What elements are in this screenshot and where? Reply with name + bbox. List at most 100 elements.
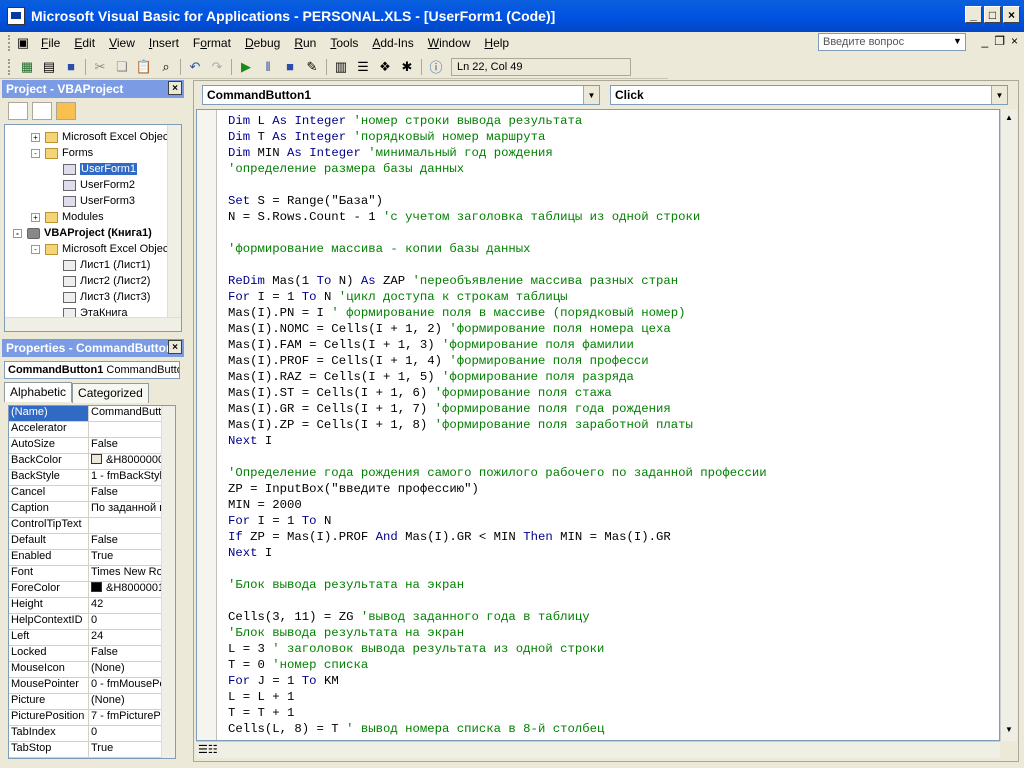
property-row[interactable]: AutoSize False (9, 438, 161, 454)
scroll-up-icon[interactable]: ▲ (1002, 111, 1016, 125)
tree-item[interactable]: UserForm1 (63, 161, 138, 177)
tree-item[interactable]: - VBAProject (Книга1) (13, 225, 152, 241)
property-value[interactable]: False (89, 646, 161, 661)
mdi-close-button[interactable]: × (1011, 34, 1018, 48)
code-line[interactable]: 'формирование массива - копии базы данны… (228, 241, 767, 257)
code-horizontal-scrollbar[interactable]: ☰☷ (196, 741, 1000, 758)
code-line[interactable]: L = L + 1 (228, 689, 767, 705)
property-value[interactable]: False (89, 438, 161, 453)
code-line[interactable]: ReDim Mas(1 To N) As ZAP 'переобъявление… (228, 273, 767, 289)
code-line[interactable]: Next I (228, 433, 767, 449)
code-line[interactable]: Mas(I).PN = I ' формирование поля в масс… (228, 305, 767, 321)
procedure-select[interactable]: Click ▼ (610, 85, 1008, 105)
save-icon[interactable]: ■ (60, 57, 82, 77)
code-line[interactable]: T = T + 1 (228, 705, 767, 721)
help-icon[interactable]: ⓘ (425, 57, 447, 77)
vba-doc-icon[interactable]: ▣ (12, 33, 34, 53)
tree-item[interactable]: Лист3 (Лист3) (63, 289, 150, 305)
code-line[interactable]: Mas(I).FAM = Cells(I + 1, 3) 'формирован… (228, 337, 767, 353)
menu-edit[interactable]: Edit (67, 36, 102, 50)
view-code-button[interactable] (8, 102, 28, 120)
vba-app-icon[interactable] (7, 7, 25, 25)
code-line[interactable] (228, 449, 767, 465)
property-row[interactable]: PicturePosition7 - fmPicturePositionAbov… (9, 710, 161, 726)
menu-addins[interactable]: Add-Ins (365, 36, 420, 50)
copy-icon[interactable]: ❏ (111, 57, 133, 77)
property-value[interactable]: (None) (89, 662, 161, 677)
property-value[interactable]: True (89, 550, 161, 565)
property-value[interactable]: 7 - fmPicturePositionAboveCenter (89, 710, 161, 725)
menu-file[interactable]: File (34, 36, 67, 50)
menu-tools[interactable]: Tools (323, 36, 365, 50)
toolbox-icon[interactable]: ✱ (396, 57, 418, 77)
code-line[interactable] (228, 225, 767, 241)
tree-item[interactable]: UserForm2 (63, 177, 135, 193)
code-line[interactable]: If ZP = Mas(I).PROF And Mas(I).GR < MIN … (228, 529, 767, 545)
property-row[interactable]: ForeColor&H80000012& (9, 582, 161, 598)
code-line[interactable]: T = 0 'номер списка (228, 657, 767, 673)
property-row[interactable]: Height 42 (9, 598, 161, 614)
view-object-button[interactable] (32, 102, 52, 120)
code-line[interactable]: Cells(3, 11) = ZG 'вывод заданного года … (228, 609, 767, 625)
properties-window-icon[interactable]: ☰ (352, 57, 374, 77)
code-line[interactable]: 'Блок вывода результата на экран (228, 577, 767, 593)
property-row[interactable]: Cancel False (9, 486, 161, 502)
maximize-button[interactable]: □ (984, 6, 1001, 23)
code-line[interactable]: 'Блок вывода результата на экран (228, 625, 767, 641)
mdi-minimize-button[interactable]: _ (982, 34, 989, 48)
property-value[interactable]: False (89, 486, 161, 501)
property-row[interactable]: BackStyle1 - fmBackStyleOpaque (9, 470, 161, 486)
tree-item[interactable]: - Microsoft Excel Objects (31, 241, 177, 257)
code-line[interactable]: Mas(I).GR = Cells(I + 1, 7) 'формировани… (228, 401, 767, 417)
object-select-arrow-icon[interactable]: ▼ (583, 86, 599, 104)
code-line[interactable]: MIN = 2000 (228, 497, 767, 513)
properties-object-select[interactable]: CommandButton1 CommandButton (4, 361, 180, 379)
property-value[interactable]: CommandButton1 (89, 406, 161, 421)
object-select[interactable]: CommandButton1 ▼ (202, 85, 600, 105)
property-value[interactable]: 24 (89, 630, 161, 645)
property-row[interactable]: Accelerator (9, 422, 161, 438)
collapse-icon[interactable]: - (31, 244, 40, 254)
menu-run[interactable]: Run (287, 36, 323, 50)
ask-dropdown-icon[interactable]: ▼ (953, 36, 962, 46)
property-row[interactable]: CaptionПо заданной профессии (9, 502, 161, 518)
project-explorer-icon[interactable]: ▥ (330, 57, 352, 77)
code-line[interactable] (228, 177, 767, 193)
code-line[interactable] (228, 593, 767, 609)
property-value[interactable]: 42 (89, 598, 161, 613)
code-line[interactable]: For I = 1 To N 'цикл доступа к строкам т… (228, 289, 767, 305)
code-line[interactable]: For J = 1 To KM (228, 673, 767, 689)
close-button[interactable]: × (1003, 6, 1020, 23)
expand-icon[interactable]: + (31, 212, 40, 222)
property-row[interactable]: Left 24 (9, 630, 161, 646)
property-row[interactable]: HelpContextID 0 (9, 614, 161, 630)
property-row[interactable]: Locked False (9, 646, 161, 662)
procedure-select-arrow-icon[interactable]: ▼ (991, 86, 1007, 104)
ask-question-input[interactable]: Введите вопрос (818, 33, 966, 51)
property-value[interactable]: По заданной профессии (89, 502, 161, 517)
property-value[interactable]: Times New Roman (89, 566, 161, 581)
expand-icon[interactable]: + (31, 132, 40, 142)
property-value[interactable]: 0 (89, 726, 161, 741)
property-value[interactable]: (None) (89, 694, 161, 709)
code-line[interactable]: Next I (228, 545, 767, 561)
paste-icon[interactable]: 📋 (133, 57, 155, 77)
tree-item[interactable]: Лист1 (Лист1) (63, 257, 150, 273)
code-line[interactable]: For I = 1 To N (228, 513, 767, 529)
property-row[interactable]: BackColor&H8000000F& (9, 454, 161, 470)
property-row[interactable]: MouseIcon (None) (9, 662, 161, 678)
code-line[interactable] (228, 561, 767, 577)
tree-item[interactable]: UserForm3 (63, 193, 135, 209)
procedure-view-icon[interactable]: ☰☷ (198, 743, 218, 756)
tree-item[interactable]: - Forms (31, 145, 93, 161)
toggle-folders-button[interactable] (56, 102, 76, 120)
break-icon[interactable]: ‖ (257, 57, 279, 77)
code-editor[interactable]: Dim L As Integer 'номер строки вывода ре… (196, 109, 1000, 741)
property-value[interactable]: &H8000000F& (89, 454, 161, 469)
code-line[interactable]: Dim MIN As Integer 'минимальный год рожд… (228, 145, 767, 161)
code-line[interactable]: Mas(I).PROF = Cells(I + 1, 4) 'формирова… (228, 353, 767, 369)
menu-window[interactable]: Window (421, 36, 478, 50)
property-row[interactable]: Enabled True (9, 550, 161, 566)
property-value[interactable]: &H80000012& (89, 582, 161, 597)
property-row[interactable]: TabStop True (9, 742, 161, 758)
